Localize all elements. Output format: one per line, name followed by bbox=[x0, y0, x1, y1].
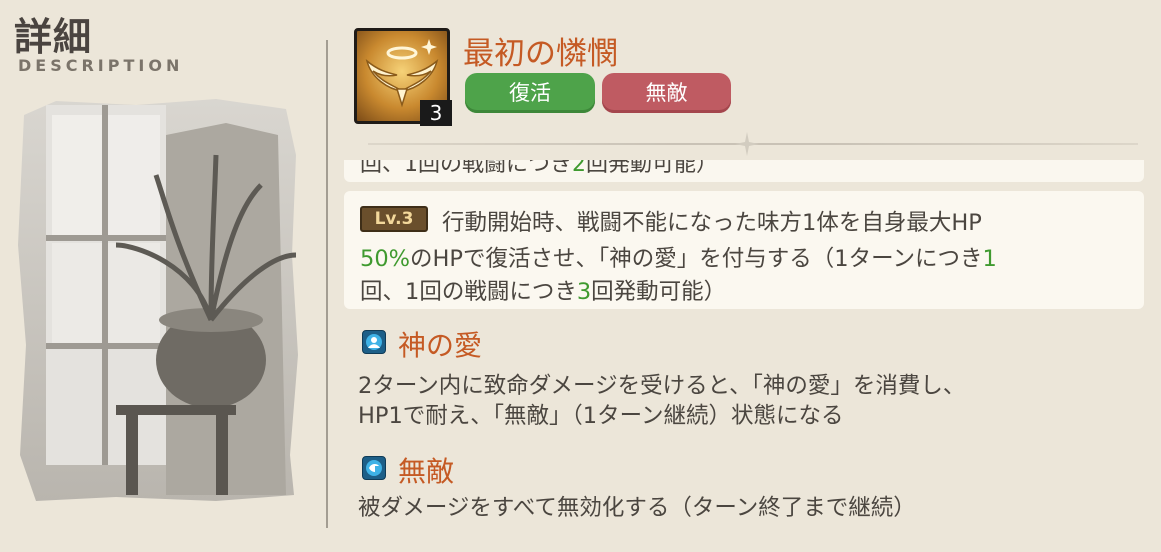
level3-line2: 50%のHPで復活させ、「神の愛」を付与する（1ターンにつき1 bbox=[360, 246, 997, 272]
effect-invincible-line1: 被ダメージをすべて無効化する（ターン終了まで継続） bbox=[358, 495, 916, 521]
page-title: 詳細 bbox=[14, 15, 93, 59]
character-illustration bbox=[18, 99, 298, 501]
tag-invincible[interactable]: 無敵 bbox=[602, 73, 731, 113]
effect-gods-love-line2: HP1で耐え、「無敵」（1ターン継続）状態になる bbox=[358, 403, 844, 429]
effect-name-gods-love: 神の愛 bbox=[398, 329, 483, 362]
vertical-divider bbox=[326, 40, 328, 528]
scrolled-level-text: 回、1回の戦闘につき2回発動可能） bbox=[360, 160, 719, 177]
skill-detail-screen: 詳細 DESCRIPTION 3 最初の憐憫 復活 無敵 回、1回の戦闘につき2… bbox=[0, 0, 1161, 552]
page-subtitle: DESCRIPTION bbox=[18, 56, 184, 75]
scrolled-level-box: 回、1回の戦闘につき2回発動可能） bbox=[344, 160, 1144, 182]
gods-love-icon bbox=[362, 330, 386, 354]
level-badge: Lv.3 bbox=[360, 206, 428, 232]
sparkle-icon bbox=[735, 132, 759, 156]
invincible-icon bbox=[362, 456, 386, 480]
effect-name-invincible: 無敵 bbox=[398, 455, 455, 488]
skill-name: 最初の憐憫 bbox=[463, 36, 618, 72]
skill-level-badge: 3 bbox=[420, 100, 452, 126]
tag-revive[interactable]: 復活 bbox=[465, 73, 595, 113]
level3-line1: 行動開始時、戦闘不能になった味方1体を自身最大HP bbox=[442, 210, 982, 236]
level3-line3: 回、1回の戦闘につき3回発動可能） bbox=[360, 279, 727, 305]
effect-gods-love-line1: 2ターン内に致命ダメージを受けると、「神の愛」を消費し、 bbox=[358, 373, 966, 399]
